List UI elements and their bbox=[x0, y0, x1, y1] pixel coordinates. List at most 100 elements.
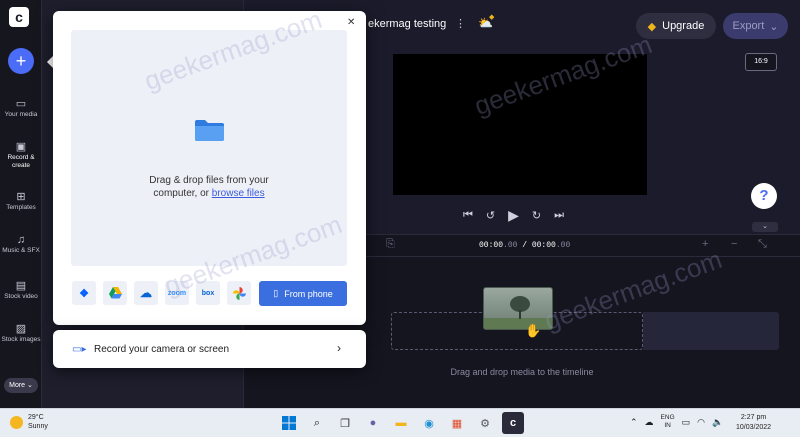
sidebar-item-music-sfx[interactable]: ♫ Music & SFX bbox=[0, 234, 42, 255]
folder-icon bbox=[195, 120, 224, 141]
premium-gem-icon: ◆ bbox=[489, 14, 495, 21]
sidebar-item-record-create[interactable]: ▣ Record & create bbox=[0, 141, 42, 170]
sidebar-item-label: Your media bbox=[4, 111, 38, 118]
teams-chat-icon[interactable]: ● bbox=[362, 412, 384, 434]
video-camera-icon: ▭▸ bbox=[72, 344, 87, 355]
film-icon: ▤ bbox=[15, 280, 27, 292]
sidebar-item-label: Stock video bbox=[4, 293, 38, 300]
import-sources: ❖ ☁ zoom box bbox=[72, 281, 251, 305]
windows-start-icon[interactable] bbox=[278, 412, 300, 434]
export-button[interactable]: Export ⌄ bbox=[723, 13, 788, 39]
google-drive-icon[interactable] bbox=[103, 281, 127, 305]
record-camera-screen-option[interactable]: ▭▸ Record your camera or screen › bbox=[53, 330, 366, 368]
add-media-button[interactable]: + bbox=[8, 48, 34, 74]
record-option-label: Record your camera or screen bbox=[94, 344, 230, 355]
language-indicator[interactable]: ENG IN bbox=[661, 414, 675, 430]
project-name[interactable]: ekermag testing bbox=[368, 18, 446, 30]
chevron-right-icon: › bbox=[337, 341, 341, 355]
more-label: More bbox=[9, 382, 26, 389]
chevron-down-icon: ⌄ bbox=[27, 382, 33, 389]
task-view-icon[interactable]: ❐ bbox=[334, 412, 356, 434]
total-time: 00:00 bbox=[531, 241, 556, 250]
chevron-up-icon[interactable]: ⌃ bbox=[630, 417, 638, 428]
gem-icon: ◆ bbox=[647, 20, 657, 33]
folder-icon: ▭ bbox=[15, 98, 27, 110]
collapse-preview-button[interactable]: ⌄ bbox=[752, 222, 778, 232]
clock-date: 10/03/2022 bbox=[736, 424, 772, 431]
from-phone-button[interactable]: ▯ From phone bbox=[259, 281, 347, 306]
sidebar: c + ▭ Your media ▣ Record & create ⊞ Tem… bbox=[0, 0, 42, 408]
browse-files-link[interactable]: browse files bbox=[212, 188, 265, 199]
aspect-ratio-button[interactable]: 16:9 bbox=[745, 53, 777, 71]
fit-timeline-icon[interactable]: ⤡ bbox=[758, 238, 767, 251]
timeline-hint: Drag and drop media to the timeline bbox=[450, 367, 594, 377]
clipchamp-taskbar-icon[interactable]: c bbox=[502, 412, 524, 434]
templates-icon: ⊞ bbox=[16, 191, 26, 203]
from-phone-label: From phone bbox=[284, 288, 333, 299]
forward-5-icon[interactable]: ↻ bbox=[532, 209, 541, 222]
sidebar-item-label: Templates bbox=[6, 204, 36, 211]
weather-condition: Sunny bbox=[28, 423, 48, 430]
edge-icon[interactable]: ◉ bbox=[418, 412, 440, 434]
cloud-icon[interactable]: ☁ bbox=[645, 417, 654, 428]
onedrive-icon[interactable]: ☁ bbox=[134, 281, 158, 305]
close-icon[interactable]: ✕ bbox=[347, 17, 355, 28]
sun-icon bbox=[10, 415, 23, 429]
skip-back-icon[interactable]: ⏮ bbox=[463, 209, 473, 222]
language-code: ENG bbox=[660, 414, 675, 421]
rewind-5-icon[interactable]: ↺ bbox=[486, 209, 495, 222]
image-icon: ▨ bbox=[15, 323, 27, 335]
search-icon[interactable]: ⌕ bbox=[306, 412, 328, 434]
export-label: Export bbox=[732, 20, 765, 32]
grab-cursor-icon: ✋ bbox=[525, 323, 542, 338]
sidebar-item-templates[interactable]: ⊞ Templates bbox=[0, 191, 42, 212]
clock-time: 2:27 pm bbox=[740, 414, 767, 421]
system-clock[interactable]: 2:27 pm 10/03/2022 bbox=[736, 413, 771, 433]
weather-text: 29°C Sunny bbox=[28, 413, 48, 431]
upgrade-label: Upgrade bbox=[662, 20, 705, 32]
playback-controls: ⏮ ↺ ▶ ↻ ⏭ bbox=[463, 207, 564, 224]
timeline-track bbox=[643, 312, 779, 350]
skip-forward-icon[interactable]: ⏭ bbox=[554, 209, 564, 222]
time-separator: / bbox=[517, 241, 532, 250]
system-tray: ⌃ ☁ ENG IN ▭ ◠ 🔈 bbox=[630, 414, 723, 430]
wifi-icon[interactable]: ◠ bbox=[697, 417, 705, 428]
sidebar-item-your-media[interactable]: ▭ Your media bbox=[0, 98, 42, 119]
camera-icon: ▣ bbox=[15, 141, 27, 153]
temperature: 29°C bbox=[28, 414, 44, 421]
current-time-fraction: .00 bbox=[503, 241, 518, 250]
chevron-down-icon: ⌄ bbox=[769, 20, 779, 33]
file-explorer-icon[interactable]: ▬ bbox=[390, 412, 412, 434]
music-icon: ♫ bbox=[16, 234, 26, 246]
total-time-fraction: .00 bbox=[555, 241, 571, 250]
timecode: 00:00.00 / 00:00.00 bbox=[479, 241, 570, 250]
store-icon[interactable]: ▦ bbox=[446, 412, 468, 434]
more-options-icon[interactable]: ⋮ bbox=[455, 17, 466, 30]
display-icon[interactable]: ▭ bbox=[682, 417, 691, 428]
windows-taskbar: 29°C Sunny ⌕ ❐ ● ▬ ◉ ▦ ⚙ c ⌃ ☁ ENG IN ▭ … bbox=[0, 408, 800, 437]
taskbar-apps: ⌕ ❐ ● ▬ ◉ ▦ ⚙ c bbox=[278, 412, 524, 434]
help-button[interactable]: ? bbox=[751, 183, 777, 209]
google-photos-icon[interactable] bbox=[227, 281, 251, 305]
sidebar-item-label: Stock images bbox=[1, 336, 41, 343]
drop-instructions: Drag & drop files from your computer, or… bbox=[71, 174, 347, 200]
split-icon[interactable]: ⎘ bbox=[386, 238, 395, 251]
region-code: IN bbox=[664, 422, 671, 429]
play-icon[interactable]: ▶ bbox=[508, 207, 519, 224]
sidebar-item-stock-images[interactable]: ▨ Stock images bbox=[0, 323, 42, 344]
current-time: 00:00 bbox=[479, 241, 504, 250]
clipchamp-logo[interactable]: c bbox=[9, 7, 29, 27]
phone-icon: ▯ bbox=[273, 288, 279, 298]
more-button[interactable]: More ⌄ bbox=[4, 378, 38, 393]
dropbox-icon[interactable]: ❖ bbox=[72, 281, 96, 305]
zoom-out-icon[interactable]: − bbox=[731, 238, 737, 250]
volume-icon[interactable]: 🔈 bbox=[712, 417, 723, 428]
weather-widget[interactable]: 29°C Sunny bbox=[10, 413, 48, 431]
sidebar-item-stock-video[interactable]: ▤ Stock video bbox=[0, 280, 42, 301]
drop-text-line2: computer, or bbox=[153, 188, 209, 199]
drop-text-line1: Drag & drop files from your bbox=[149, 175, 269, 186]
editor-window: c + ▭ Your media ▣ Record & create ⊞ Tem… bbox=[0, 0, 800, 408]
settings-icon[interactable]: ⚙ bbox=[474, 412, 496, 434]
sidebar-item-label: Music & SFX bbox=[2, 247, 40, 254]
sidebar-item-label: Record & create bbox=[7, 154, 35, 169]
